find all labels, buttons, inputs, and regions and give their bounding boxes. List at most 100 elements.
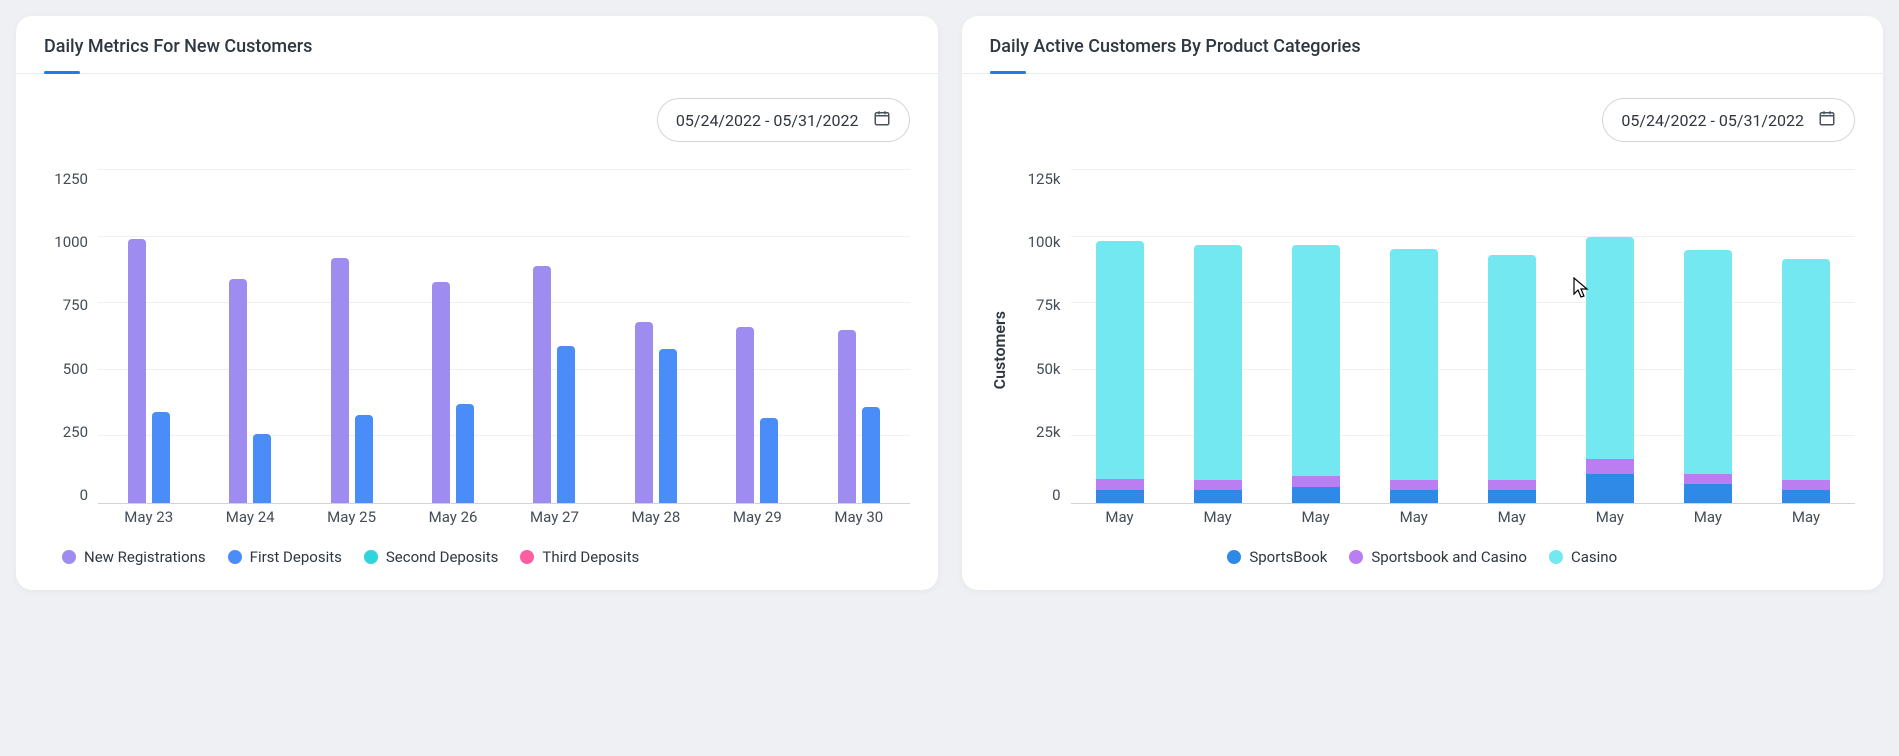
x-tick: May 27	[504, 508, 605, 526]
y-tick: 25k	[1036, 423, 1060, 441]
bar-segment	[1096, 490, 1144, 503]
bar-segment	[1390, 490, 1438, 503]
bar-segment	[1488, 255, 1536, 480]
legend-item[interactable]: SportsBook	[1227, 548, 1327, 566]
bar[interactable]	[862, 407, 880, 503]
bar[interactable]	[432, 282, 450, 503]
stacked-bar[interactable]	[1292, 245, 1340, 503]
bar-segment	[1586, 237, 1634, 459]
x-axis: MayMayMayMayMayMayMayMay	[1071, 504, 1856, 530]
stacked-bar[interactable]	[1684, 250, 1732, 503]
legend-label: SportsBook	[1249, 548, 1327, 566]
date-range-picker[interactable]: 05/24/2022 - 05/31/2022	[657, 98, 910, 142]
bar-group	[1757, 170, 1855, 503]
stacked-bar[interactable]	[1782, 259, 1830, 503]
stacked-bar[interactable]	[1096, 241, 1144, 503]
bar[interactable]	[533, 266, 551, 503]
bar[interactable]	[229, 279, 247, 503]
bar[interactable]	[355, 415, 373, 503]
y-axis-title: Customers	[990, 311, 1009, 389]
legend-item[interactable]: First Deposits	[228, 548, 342, 566]
legend-item[interactable]: Second Deposits	[364, 548, 499, 566]
card-daily-metrics: Daily Metrics For New Customers 05/24/20…	[16, 16, 938, 590]
x-tick: May	[1169, 508, 1267, 526]
legend-item[interactable]: Third Deposits	[520, 548, 639, 566]
x-tick: May	[1561, 508, 1659, 526]
calendar-icon	[1818, 109, 1836, 131]
bar-segment	[1292, 245, 1340, 477]
y-tick: 50k	[1036, 360, 1060, 378]
legend-item[interactable]: New Registrations	[62, 548, 206, 566]
x-tick: May 28	[605, 508, 706, 526]
bar[interactable]	[635, 322, 653, 503]
legend-item[interactable]: Casino	[1549, 548, 1617, 566]
bar-segment	[1684, 484, 1732, 503]
card-title: Daily Metrics For New Customers	[44, 36, 910, 57]
legend-dot	[1227, 550, 1241, 564]
y-tick: 75k	[1036, 296, 1060, 314]
stacked-bar-chart: Customers 125k100k75k50k25k0 MayMayMayMa…	[990, 170, 1856, 530]
y-tick: 125k	[1028, 170, 1061, 188]
y-tick: 100k	[1028, 233, 1061, 251]
y-axis: 125010007505002500	[44, 170, 98, 530]
stacked-bar[interactable]	[1586, 237, 1634, 503]
bar-group	[808, 170, 909, 503]
bar[interactable]	[760, 418, 778, 503]
legend-item[interactable]: Sportsbook and Casino	[1349, 548, 1527, 566]
legend-label: Second Deposits	[386, 548, 499, 566]
bar[interactable]	[253, 434, 271, 503]
stacked-bar[interactable]	[1488, 255, 1536, 503]
bar[interactable]	[128, 239, 146, 503]
x-tick: May 29	[707, 508, 808, 526]
card-title: Daily Active Customers By Product Catego…	[990, 36, 1856, 57]
bar-segment	[1782, 490, 1830, 503]
bar[interactable]	[736, 327, 754, 503]
bar-group	[1463, 170, 1561, 503]
legend-dot	[1349, 550, 1363, 564]
x-tick: May	[1463, 508, 1561, 526]
bar-group	[402, 170, 503, 503]
bar-group	[199, 170, 300, 503]
legend-dot	[520, 550, 534, 564]
grouped-bar-chart: 125010007505002500 May 23May 24May 25May…	[44, 170, 910, 530]
legend-dot	[1549, 550, 1563, 564]
bar-group	[1365, 170, 1463, 503]
bar-group	[1169, 170, 1267, 503]
x-tick: May	[1659, 508, 1757, 526]
bar[interactable]	[456, 404, 474, 503]
bar[interactable]	[331, 258, 349, 503]
tab-indicator	[44, 71, 80, 74]
legend-label: First Deposits	[250, 548, 342, 566]
bar-group	[301, 170, 402, 503]
bar[interactable]	[557, 346, 575, 503]
tab-indicator	[990, 71, 1026, 74]
x-tick: May	[1071, 508, 1169, 526]
bar-segment	[1684, 474, 1732, 485]
bar-segment	[1782, 259, 1830, 480]
bar-segment	[1488, 480, 1536, 489]
x-tick: May	[1267, 508, 1365, 526]
calendar-icon	[873, 109, 891, 131]
y-tick: 1000	[54, 233, 88, 251]
y-tick: 500	[63, 360, 88, 378]
bar[interactable]	[659, 349, 677, 504]
bar-segment	[1292, 476, 1340, 487]
stacked-bar[interactable]	[1194, 245, 1242, 503]
bar-group	[504, 170, 605, 503]
date-range-text: 05/24/2022 - 05/31/2022	[1621, 111, 1804, 130]
legend-dot	[364, 550, 378, 564]
bar[interactable]	[152, 412, 170, 503]
bar-segment	[1684, 250, 1732, 474]
bar-group	[1071, 170, 1169, 503]
date-range-picker[interactable]: 05/24/2022 - 05/31/2022	[1602, 98, 1855, 142]
bar-segment	[1194, 480, 1242, 489]
bar-group	[605, 170, 706, 503]
bar-group	[1267, 170, 1365, 503]
stacked-bar[interactable]	[1390, 249, 1438, 503]
card-active-customers: Daily Active Customers By Product Catego…	[962, 16, 1884, 590]
bar[interactable]	[838, 330, 856, 503]
y-axis: 125k100k75k50k25k0	[1017, 170, 1071, 530]
y-tick: 0	[80, 486, 88, 504]
bar-segment	[1292, 487, 1340, 503]
x-axis: May 23May 24May 25May 26May 27May 28May …	[98, 504, 910, 530]
